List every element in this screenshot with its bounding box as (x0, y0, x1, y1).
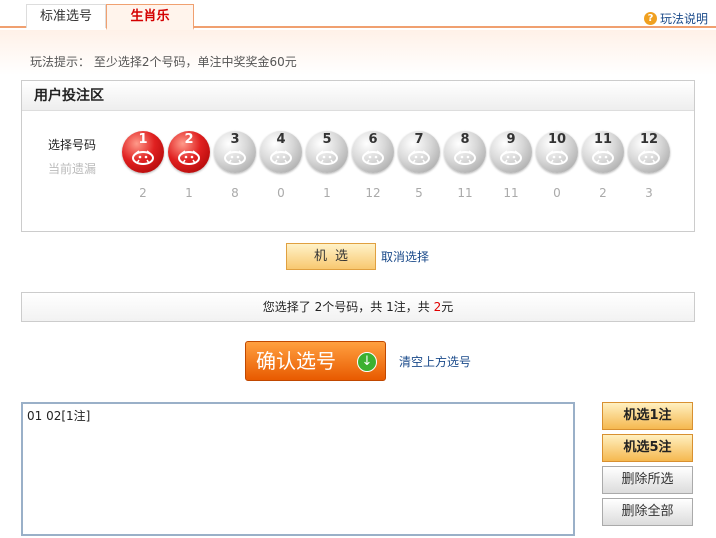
miss-count-9: 11 (503, 186, 519, 200)
ball-number: 8 (460, 132, 470, 147)
selection-summary: 您选择了 2个号码，共 1注，共 2元 (21, 292, 695, 322)
zodiac-ball-12[interactable]: 12 (628, 131, 670, 173)
help-label: 玩法说明 (659, 12, 708, 26)
zodiac-ball-6[interactable]: 6 (352, 131, 394, 173)
miss-count-4: 0 (277, 186, 285, 200)
miss-count-3: 8 (231, 186, 239, 200)
bet-area-title: 用户投注区 (22, 81, 694, 111)
tip-area: 玩法提示： 至少选择2个号码，单注中奖奖金60元 (0, 30, 716, 75)
monkey-icon (500, 150, 522, 165)
arrow-down-icon: ↓ (357, 352, 377, 372)
zodiac-ball-3[interactable]: 3 (214, 131, 256, 173)
miss-count-1: 2 (139, 186, 147, 200)
help-link[interactable]: ? 玩法说明 (643, 10, 708, 27)
summary-mid2: 注，共 (393, 300, 430, 314)
zodiac-ball-7[interactable]: 7 (398, 131, 440, 173)
play-tip: 玩法提示： 至少选择2个号码，单注中奖奖金60元 (30, 55, 297, 69)
tab-bar: 标准选号 生肖乐 ? 玩法说明 (0, 0, 716, 30)
dragon-icon (316, 150, 338, 165)
miss-count-7: 5 (415, 186, 423, 200)
random-5-bets-button[interactable]: 机选5注 (602, 434, 693, 462)
question-icon: ? (643, 12, 657, 25)
dog-icon (592, 150, 614, 165)
miss-count-10: 0 (553, 186, 561, 200)
ox-icon (178, 150, 200, 165)
ball-number: 10 (547, 132, 567, 147)
random-pick-button[interactable]: 机选 (286, 243, 376, 270)
delete-selected-button[interactable]: 删除所选 (602, 466, 693, 494)
ball-number: 4 (276, 132, 286, 147)
rabbit-icon (270, 150, 292, 165)
zodiac-ball-1[interactable]: 1 (122, 131, 164, 173)
snake-icon (362, 150, 384, 165)
rooster-icon (546, 150, 568, 165)
miss-count-8: 11 (457, 186, 473, 200)
miss-count-6: 12 (365, 186, 381, 200)
ball-number: 2 (184, 132, 194, 147)
tab-shengxiaole[interactable]: 生肖乐 (106, 4, 194, 30)
summary-mid1: 个号码，共 (322, 300, 383, 314)
ball-number: 11 (593, 132, 613, 147)
select-number-label: 选择号码 (48, 138, 97, 152)
ball-number: 9 (506, 132, 516, 147)
goat-icon (454, 150, 476, 165)
bet-area: 用户投注区 选择号码 当前遗漏 1 2 2 1 3 8 4 0 5 1 6 12 7 5 8 11 9 11 10 0… (21, 80, 695, 232)
ball-number: 12 (639, 132, 659, 147)
summary-suffix: 元 (441, 300, 454, 314)
delete-all-button[interactable]: 删除全部 (602, 498, 693, 526)
confirm-label: 确认选号 (256, 349, 336, 373)
miss-count-2: 1 (185, 186, 193, 200)
clear-selection-link[interactable]: 清空上方选号 (399, 353, 471, 370)
summary-bets: 1 (386, 300, 394, 314)
pig-icon (638, 150, 660, 165)
zodiac-ball-11[interactable]: 11 (582, 131, 624, 173)
bet-list-item[interactable]: 01 02[1注] (27, 407, 569, 424)
horse-icon (408, 150, 430, 165)
ball-number: 5 (322, 132, 332, 147)
zodiac-ball-4[interactable]: 4 (260, 131, 302, 173)
bet-list[interactable]: 01 02[1注] (21, 402, 575, 536)
summary-prefix: 您选择了 (262, 300, 311, 314)
tab-standard[interactable]: 标准选号 (26, 4, 106, 28)
miss-count-11: 2 (599, 186, 607, 200)
ball-number: 6 (368, 132, 378, 147)
zodiac-ball-2[interactable]: 2 (168, 131, 210, 173)
random-1-bet-button[interactable]: 机选1注 (602, 402, 693, 430)
zodiac-ball-10[interactable]: 10 (536, 131, 578, 173)
miss-count-5: 1 (323, 186, 331, 200)
current-miss-label: 当前遗漏 (48, 162, 97, 176)
ball-number: 7 (414, 132, 424, 147)
ball-number: 1 (138, 132, 148, 147)
zodiac-ball-5[interactable]: 5 (306, 131, 348, 173)
zodiac-ball-9[interactable]: 9 (490, 131, 532, 173)
rat-icon (132, 150, 154, 165)
ball-number: 3 (230, 132, 240, 147)
cancel-selection-link[interactable]: 取消选择 (381, 248, 429, 265)
tiger-icon (224, 150, 246, 165)
confirm-selection-button[interactable]: 确认选号 ↓ (245, 341, 386, 381)
zodiac-ball-8[interactable]: 8 (444, 131, 486, 173)
miss-count-12: 3 (645, 186, 653, 200)
